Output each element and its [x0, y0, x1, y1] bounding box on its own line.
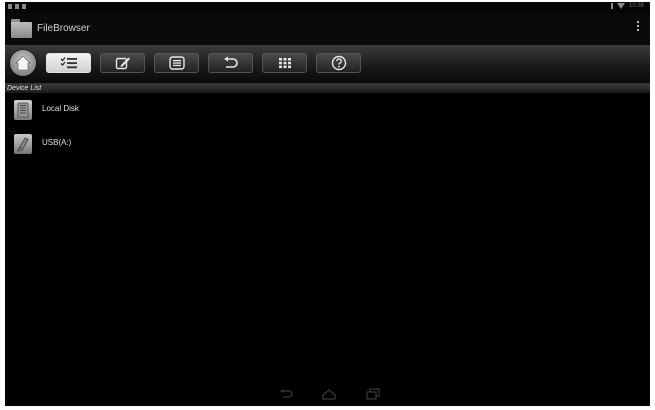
list-view-button[interactable] — [154, 53, 199, 73]
undo-arrow-icon — [223, 56, 238, 68]
checklist-icon — [60, 57, 77, 69]
wifi-icon — [616, 3, 625, 9]
system-status: 10:38 — [610, 3, 644, 9]
list-item-usb[interactable]: USB(A:) — [5, 129, 650, 159]
home-button[interactable] — [10, 50, 36, 76]
home-nav-icon[interactable] — [321, 388, 337, 400]
list-item-label: Local Disk — [42, 104, 79, 113]
notification-icon — [15, 4, 19, 9]
list-item-label: USB(A:) — [42, 138, 72, 147]
action-bar: FileBrowser — [5, 14, 650, 45]
notification-icons — [8, 4, 26, 9]
usb-drive-icon — [14, 134, 32, 154]
recent-apps-icon[interactable] — [366, 388, 380, 400]
toolbar — [5, 45, 650, 84]
list-icon — [168, 56, 185, 70]
notification-icon — [8, 4, 12, 9]
back-button[interactable] — [208, 53, 253, 73]
home-icon — [15, 55, 31, 71]
grid-icon — [278, 58, 291, 69]
clock: 10:38 — [628, 3, 644, 9]
hard-disk-icon — [14, 100, 32, 120]
device-list-header: Device List — [5, 84, 650, 93]
battery-icon — [610, 3, 613, 9]
help-icon — [331, 55, 346, 71]
edit-icon — [115, 57, 130, 70]
list-item-local-disk[interactable]: Local Disk — [5, 95, 650, 125]
overflow-menu-icon[interactable] — [636, 21, 640, 31]
help-button[interactable] — [316, 53, 361, 73]
status-bar: 10:38 — [5, 2, 650, 14]
app-title: FileBrowser — [37, 23, 90, 34]
multi-select-button[interactable] — [46, 53, 91, 73]
device-list-title: Device List — [7, 85, 42, 92]
notification-icon — [22, 4, 26, 9]
edit-button[interactable] — [100, 53, 145, 73]
system-nav-bar — [5, 382, 650, 406]
device-screen: 10:38 FileBrowser Device List Local Disk… — [5, 2, 650, 406]
back-nav-icon[interactable] — [279, 388, 293, 400]
grid-view-button[interactable] — [262, 53, 307, 73]
folder-icon — [11, 19, 32, 38]
